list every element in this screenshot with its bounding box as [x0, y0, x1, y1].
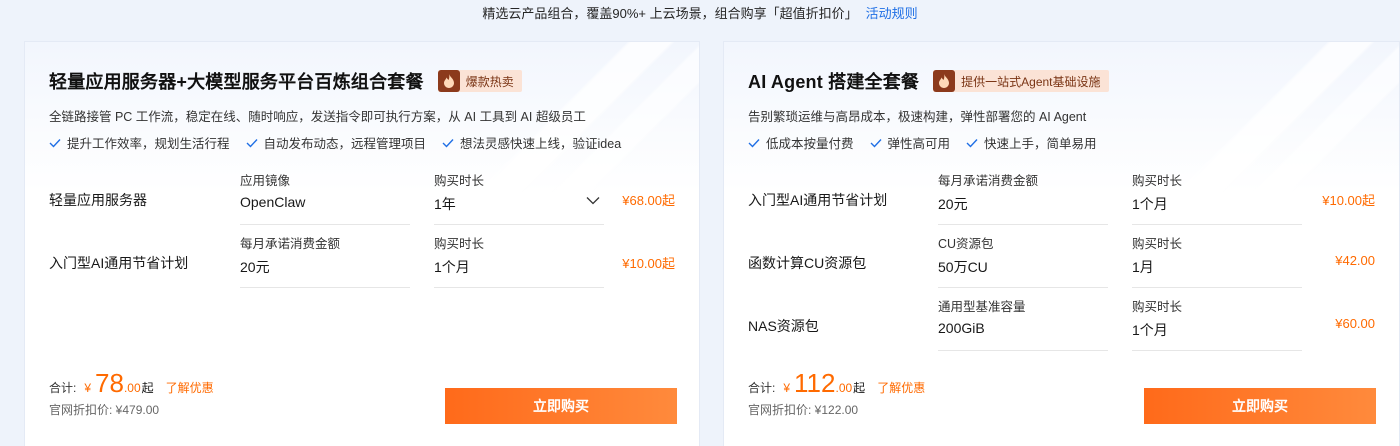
feature-label: 自动发布动态，远程管理项目 [263, 137, 427, 151]
check-icon [966, 138, 978, 148]
flame-icon [933, 70, 956, 92]
check-icon [442, 138, 454, 148]
agent-infra-badge: 提供一站式Agent基础设施 [933, 70, 1109, 92]
chevron-down-icon [586, 197, 600, 205]
feature-label: 低成本按量付费 [766, 137, 854, 151]
field-label: 每月承诺消费金额 [938, 174, 1039, 188]
field-value: OpenClaw [240, 194, 306, 210]
product-row: 函数计算CU资源包 CU资源包 50万CU 购买时长 1月 ¥42.00 [724, 233, 1399, 293]
product-price: ¥10.00起 [1322, 193, 1375, 208]
feature-label: 快速上手，简单易用 [984, 137, 1097, 151]
flame-icon [437, 70, 460, 92]
total-label: 合计: [748, 381, 776, 395]
field-label: 通用型基准容量 [938, 300, 1026, 314]
feature-item: 想法灵感快速上线，验证idea [442, 133, 621, 152]
field-value: 200GiB [938, 320, 985, 336]
duration-field[interactable]: 购买时长 1个月 [1132, 296, 1302, 351]
image-select[interactable]: 应用镜像 OpenClaw [240, 170, 410, 225]
field-value: 1个月 [1132, 196, 1168, 212]
product-row: 入门型AI通用节省计划 每月承诺消费金额 20元 购买时长 1个月 ¥10.00… [25, 233, 699, 293]
field-value: 1年 [434, 196, 456, 212]
total-amount: 78 [95, 368, 124, 398]
buy-now-button[interactable]: 立即购买 [1144, 388, 1376, 424]
official-price: 官网折扣价: ¥122.00 [748, 403, 859, 417]
field-value: 20元 [240, 259, 270, 275]
feature-label: 弹性高可用 [887, 137, 951, 151]
learn-discount-link[interactable]: 了解优惠 [877, 379, 925, 396]
product-name: NAS资源包 [748, 318, 819, 334]
check-icon [870, 138, 882, 148]
check-icon [49, 138, 61, 148]
official-price: 官网折扣价: ¥479.00 [49, 403, 160, 417]
field-value: 20元 [938, 196, 968, 212]
product-price: ¥60.00 [1335, 316, 1375, 331]
currency-symbol: ¥ [84, 381, 92, 395]
field-label: 每月承诺消费金额 [240, 237, 341, 251]
field-label: 购买时长 [1132, 300, 1183, 314]
card-subtitle: 全链路接管 PC 工作流，稳定在线、随时响应，发送指令即可执行方案，从 AI 工… [49, 110, 586, 124]
product-price: ¥10.00起 [622, 256, 675, 271]
field-label: 购买时长 [1132, 237, 1183, 251]
bundle-card-ai-agent: AI Agent 搭建全套餐 提供一站式Agent基础设施 告别繁琐运维与高昂成… [723, 41, 1400, 446]
check-icon [246, 138, 258, 148]
field-label: 购买时长 [434, 174, 485, 188]
banner-text: 精选云产品组合，覆盖90%+ 上云场景，组合购享「超值折扣价」 [482, 6, 858, 21]
field-label: 应用镜像 [240, 174, 291, 188]
total-label: 合计: [49, 381, 77, 395]
feature-item: 快速上手，简单易用 [966, 133, 1097, 152]
total-amount: 112 [794, 368, 836, 398]
field-label: CU资源包 [938, 237, 994, 251]
bundle-card-lightweight-server: 轻量应用服务器+大模型服务平台百炼组合套餐 爆款热卖 全链路接管 PC 工作流，… [24, 41, 700, 446]
duration-field[interactable]: 购买时长 1个月 [434, 233, 604, 288]
total-price: 合计: ¥ 78 .00 起 了解优惠 [49, 368, 214, 399]
feature-list: 提升工作效率，规划生活行程 自动发布动态，远程管理项目 想法灵感快速上线，验证i… [49, 133, 637, 152]
total-suffix: 起 [853, 381, 866, 395]
product-row: NAS资源包 通用型基准容量 200GiB 购买时长 1个月 ¥60.00 [724, 296, 1399, 356]
check-icon [748, 138, 760, 148]
card-title: 轻量应用服务器+大模型服务平台百炼组合套餐 [49, 72, 424, 92]
duration-field[interactable]: 购买时长 1月 [1132, 233, 1302, 288]
product-name: 函数计算CU资源包 [748, 255, 867, 271]
product-name: 入门型AI通用节省计划 [49, 255, 189, 271]
currency-symbol: ¥ [783, 381, 791, 395]
field-label: 购买时长 [1132, 174, 1183, 188]
badge-label: 爆款热卖 [465, 74, 514, 89]
total-decimal: .00 [835, 381, 853, 395]
card-title: AI Agent 搭建全套餐 [748, 72, 920, 92]
nas-capacity-field[interactable]: 通用型基准容量 200GiB [938, 296, 1108, 351]
buy-now-button[interactable]: 立即购买 [445, 388, 677, 424]
badge-label: 提供一站式Agent基础设施 [961, 74, 1101, 89]
duration-field[interactable]: 购买时长 1个月 [1132, 170, 1302, 225]
learn-discount-link[interactable]: 了解优惠 [166, 379, 214, 396]
activity-rules-link[interactable]: 活动规则 [866, 6, 918, 21]
field-value: 50万CU [938, 259, 988, 275]
field-value: 1个月 [1132, 322, 1168, 338]
product-name: 入门型AI通用节省计划 [748, 192, 888, 208]
field-value: 1月 [1132, 259, 1154, 275]
feature-item: 弹性高可用 [870, 133, 951, 152]
product-name: 轻量应用服务器 [49, 192, 147, 208]
field-value: 1个月 [434, 259, 470, 275]
feature-label: 想法灵感快速上线，验证idea [460, 137, 622, 151]
total-price: 合计: ¥ 112 .00 起 了解优惠 [748, 368, 925, 399]
product-row: 轻量应用服务器 应用镜像 OpenClaw 购买时长 1年 ¥68.00起 [25, 170, 699, 230]
field-label: 购买时长 [434, 237, 485, 251]
product-price: ¥42.00 [1335, 253, 1375, 268]
total-suffix: 起 [141, 381, 154, 395]
product-price: ¥68.00起 [622, 193, 675, 208]
product-row: 入门型AI通用节省计划 每月承诺消费金额 20元 购买时长 1个月 ¥10.00… [724, 170, 1399, 230]
feature-item: 自动发布动态，远程管理项目 [246, 133, 427, 152]
feature-list: 低成本按量付费 弹性高可用 快速上手，简单易用 [748, 133, 1113, 152]
total-decimal: .00 [123, 381, 141, 395]
feature-item: 低成本按量付费 [748, 133, 854, 152]
card-subtitle: 告别繁琐运维与高昂成本，极速构建，弹性部署您的 AI Agent [748, 110, 1087, 124]
hot-sale-badge: 爆款热卖 [437, 70, 522, 92]
commit-amount-field[interactable]: 每月承诺消费金额 20元 [938, 170, 1108, 225]
cu-package-field[interactable]: CU资源包 50万CU [938, 233, 1108, 288]
feature-label: 提升工作效率，规划生活行程 [67, 137, 230, 151]
feature-item: 提升工作效率，规划生活行程 [49, 133, 230, 152]
duration-select[interactable]: 购买时长 1年 [434, 170, 604, 225]
promo-banner: 精选云产品组合，覆盖90%+ 上云场景，组合购享「超值折扣价」 活动规则 [0, 0, 1400, 32]
commit-amount-field[interactable]: 每月承诺消费金额 20元 [240, 233, 410, 288]
